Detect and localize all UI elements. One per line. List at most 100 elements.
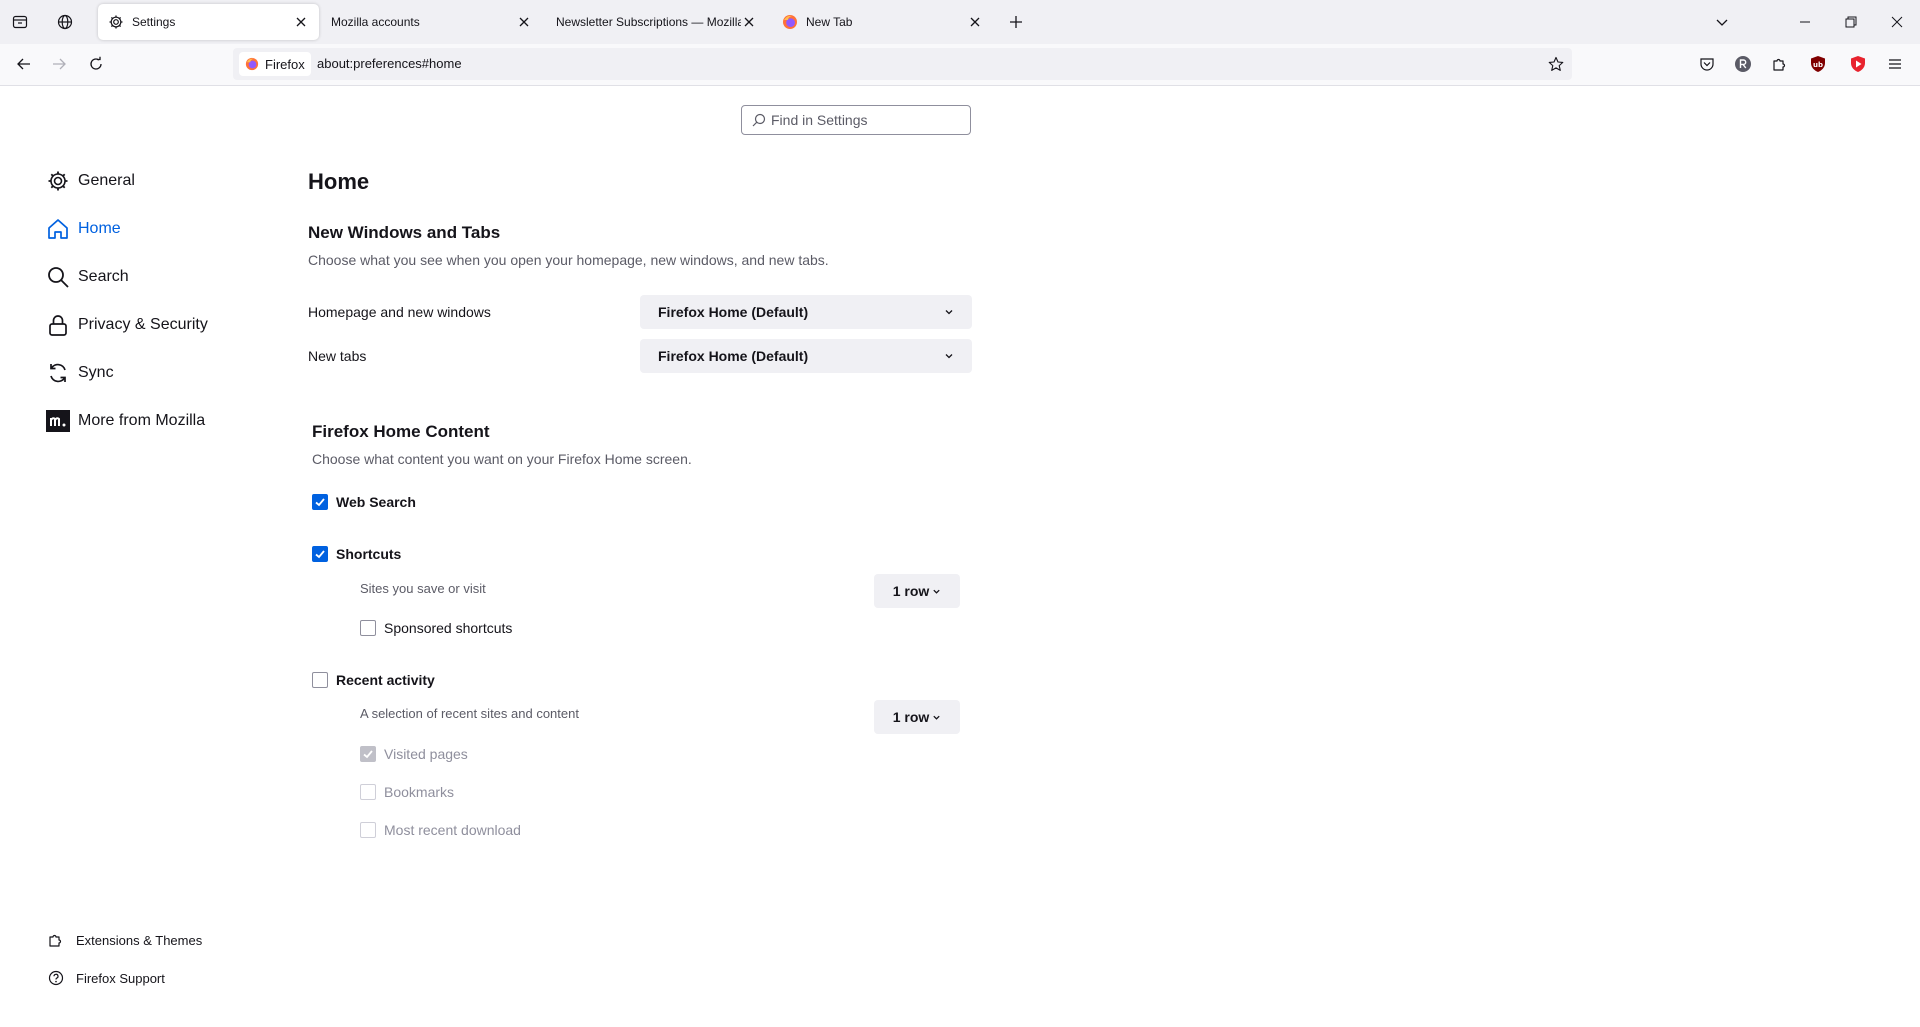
reload-icon xyxy=(90,56,102,70)
forward-button[interactable] xyxy=(44,49,74,79)
search-placeholder: Find in Settings xyxy=(771,112,868,128)
shortcuts-rows-select[interactable]: 1 row xyxy=(874,574,960,608)
firefox-view-button[interactable] xyxy=(4,6,36,38)
checkbox-box[interactable] xyxy=(312,546,328,562)
plus-icon xyxy=(1010,16,1022,28)
gear-icon xyxy=(109,15,123,29)
checkbox-box[interactable] xyxy=(312,672,328,688)
sidebar-item-label: General xyxy=(78,172,135,189)
checkbox-box[interactable] xyxy=(360,746,376,762)
homepage-select[interactable]: Firefox Home (Default) xyxy=(640,295,972,329)
list-all-tabs-button[interactable] xyxy=(1706,6,1738,38)
chevron-down-icon xyxy=(945,310,953,315)
lock-icon xyxy=(49,315,67,336)
shortcuts-rows-value: 1 row xyxy=(892,583,930,599)
hamburger-menu-icon xyxy=(1889,59,1901,69)
pocket-icon xyxy=(1700,58,1714,71)
visited-pages-checkbox[interactable]: Visited pages xyxy=(360,746,468,762)
recent-activity-rows-select[interactable]: 1 row xyxy=(874,700,960,734)
reload-button[interactable] xyxy=(81,49,111,79)
shortcuts-label: Shortcuts xyxy=(336,546,402,562)
ublock-shield-icon: ub xyxy=(1811,56,1825,72)
search-icon xyxy=(752,113,766,127)
new-windows-tabs-heading: New Windows and Tabs xyxy=(308,223,501,242)
chevron-down-icon xyxy=(1716,19,1728,26)
recent-activity-rows-value: 1 row xyxy=(892,709,930,725)
sidebar-item-sync[interactable]: Sync xyxy=(46,357,114,389)
new-tab-button[interactable] xyxy=(1000,6,1032,38)
chevron-down-icon xyxy=(945,354,953,359)
url-bar[interactable]: Firefox about:preferences#home xyxy=(233,48,1572,80)
tab-newsletter-subscriptions[interactable]: Newsletter Subscriptions — Mozilla xyxy=(546,4,767,40)
firefox-icon xyxy=(245,57,259,71)
checkbox-box[interactable] xyxy=(360,822,376,838)
close-icon xyxy=(519,17,529,27)
home-content-heading: Firefox Home Content xyxy=(312,422,490,441)
recent-activity-checkbox[interactable]: Recent activity xyxy=(312,672,435,688)
most-recent-download-checkbox[interactable]: Most recent download xyxy=(360,822,521,838)
bookmarks-checkbox[interactable]: Bookmarks xyxy=(360,784,454,800)
checkbox-box[interactable] xyxy=(360,620,376,636)
close-tab-button[interactable] xyxy=(293,14,309,30)
minimize-button[interactable] xyxy=(1782,0,1828,44)
extensions-button[interactable] xyxy=(1768,52,1792,76)
puzzle-icon xyxy=(49,934,62,947)
sidebar-item-more-from-mozilla[interactable]: More from Mozilla xyxy=(46,405,205,437)
app-menu-button[interactable] xyxy=(1883,52,1907,76)
sidebar-item-privacy-security[interactable]: Privacy & Security xyxy=(46,309,208,341)
tab-settings[interactable]: Settings xyxy=(98,4,319,40)
web-search-checkbox[interactable]: Web Search xyxy=(312,494,416,510)
firefox-support-label: Firefox Support xyxy=(76,970,165,986)
bookmark-star-button[interactable] xyxy=(1546,54,1566,74)
identity-box[interactable]: Firefox xyxy=(239,52,311,76)
ublock-origin-button[interactable]: ub xyxy=(1806,52,1830,76)
tab-strip: Settings Mozilla accounts Newsletter Sub… xyxy=(0,0,1920,44)
close-tab-button[interactable] xyxy=(741,14,757,30)
shortcuts-description: Sites you save or visit xyxy=(360,581,486,596)
checkmark-icon xyxy=(363,750,373,759)
checkmark-icon xyxy=(315,498,325,507)
close-tab-button[interactable] xyxy=(967,14,983,30)
homepage-label: Homepage and new windows xyxy=(308,304,491,320)
extensions-themes-link[interactable]: Extensions & Themes xyxy=(48,930,202,950)
checkbox-box[interactable] xyxy=(312,494,328,510)
video-extension-button[interactable] xyxy=(1846,52,1870,76)
tab-mozilla-accounts[interactable]: Mozilla accounts xyxy=(321,4,542,40)
close-icon xyxy=(1891,16,1903,28)
account-button[interactable] xyxy=(1731,52,1755,76)
svg-text:ub: ub xyxy=(1813,61,1823,69)
page-title: Home xyxy=(308,169,370,194)
tab-new-tab[interactable]: New Tab xyxy=(772,4,993,40)
close-tab-button[interactable] xyxy=(516,14,532,30)
search-icon xyxy=(48,267,69,288)
sidebar-item-label: Privacy & Security xyxy=(78,316,208,333)
pocket-button[interactable] xyxy=(1695,52,1719,76)
checkbox-box[interactable] xyxy=(360,784,376,800)
navigation-toolbar: Firefox about:preferences#home ub xyxy=(0,44,1920,86)
restore-button[interactable] xyxy=(1828,0,1874,44)
checkmark-icon xyxy=(315,550,325,559)
sidebar-item-home[interactable]: Home xyxy=(46,213,121,245)
tab-title: Newsletter Subscriptions — Mozilla xyxy=(556,15,741,29)
sidebar-item-search[interactable]: Search xyxy=(46,261,129,293)
close-window-button[interactable] xyxy=(1874,0,1920,44)
firefox-view-icon xyxy=(12,15,28,29)
visited-pages-label: Visited pages xyxy=(384,746,468,762)
extensions-themes-label: Extensions & Themes xyxy=(76,932,203,948)
sidebar-item-general[interactable]: General xyxy=(46,165,135,197)
url-input[interactable]: about:preferences#home xyxy=(317,56,462,71)
sidebar-item-label: Sync xyxy=(78,364,114,381)
firefox-support-link[interactable]: Firefox Support xyxy=(48,968,165,988)
sponsored-shortcuts-checkbox[interactable]: Sponsored shortcuts xyxy=(360,620,512,636)
star-icon xyxy=(1548,56,1564,71)
find-in-settings-input[interactable]: Find in Settings xyxy=(741,105,971,135)
new-tabs-select[interactable]: Firefox Home (Default) xyxy=(640,339,972,373)
firefox-icon xyxy=(783,15,797,29)
shortcuts-checkbox[interactable]: Shortcuts xyxy=(312,546,401,562)
tab-group-button[interactable] xyxy=(49,6,81,38)
recent-activity-description: A selection of recent sites and content xyxy=(360,706,579,721)
back-button[interactable] xyxy=(9,49,39,79)
tab-title: New Tab xyxy=(806,15,853,29)
homepage-select-value: Firefox Home (Default) xyxy=(658,304,809,320)
sync-icon xyxy=(50,363,66,383)
